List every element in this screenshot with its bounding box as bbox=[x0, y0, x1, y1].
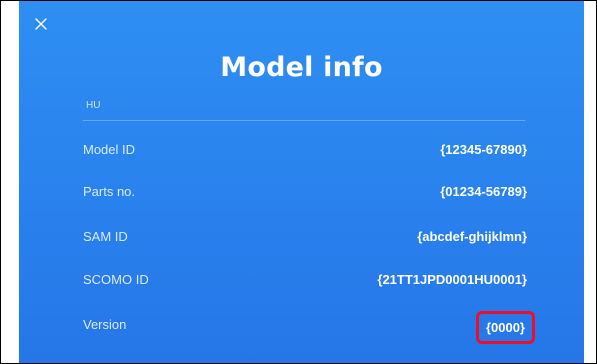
close-button[interactable] bbox=[32, 15, 50, 33]
screenshot-frame: Model info HU Model ID {12345-67890} Par… bbox=[0, 0, 597, 364]
row-label: SAM ID bbox=[83, 229, 128, 244]
version-value-highlighted: {0000} bbox=[475, 311, 535, 344]
section-divider bbox=[83, 120, 525, 121]
row-label: SCOMO ID bbox=[83, 272, 149, 287]
close-icon bbox=[35, 18, 47, 30]
model-info-screen: Model info HU Model ID {12345-67890} Par… bbox=[19, 1, 584, 363]
row-value: {abcdef-ghijklmn} bbox=[417, 229, 527, 244]
row-label: Version bbox=[83, 317, 127, 332]
row-value: {21TT1JPD0001HU0001} bbox=[377, 272, 527, 287]
info-row-parts-no: Parts no. {01234-56789} bbox=[83, 181, 527, 203]
info-row-version: Version {0000} bbox=[83, 311, 535, 344]
row-value: {01234-56789} bbox=[440, 184, 527, 199]
row-value: {12345-67890} bbox=[440, 142, 527, 157]
row-label: Parts no. bbox=[83, 184, 136, 199]
info-row-scomo-id: SCOMO ID {21TT1JPD0001HU0001} bbox=[83, 269, 527, 291]
row-label: Model ID bbox=[83, 142, 136, 157]
info-row-model-id: Model ID {12345-67890} bbox=[83, 139, 527, 161]
section-label-hu: HU bbox=[86, 100, 101, 111]
info-row-sam-id: SAM ID {abcdef-ghijklmn} bbox=[83, 226, 527, 248]
page-title: Model info bbox=[220, 52, 383, 83]
